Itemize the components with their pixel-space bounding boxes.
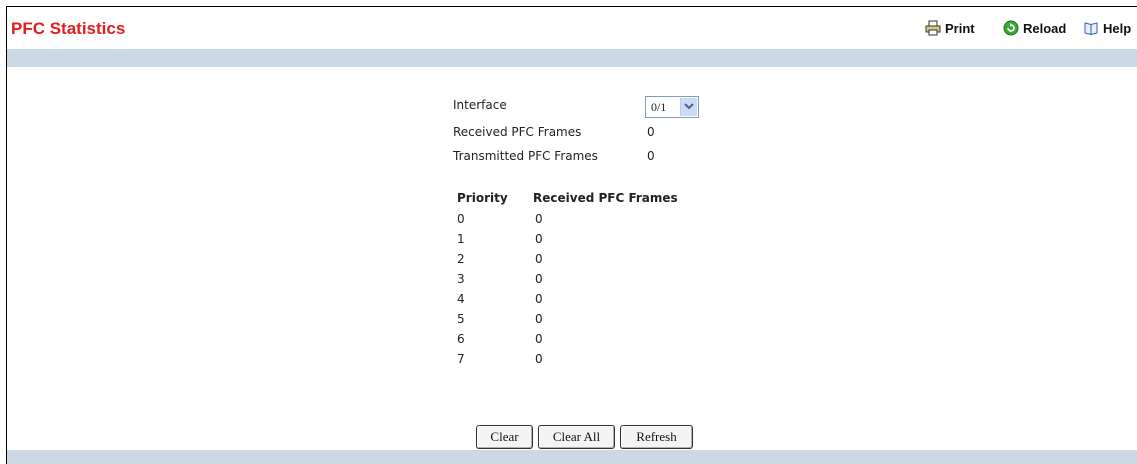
- page-frame: PFC Statistics Print Reload Help Interfa…: [6, 6, 1137, 464]
- help-label: Help: [1103, 20, 1132, 36]
- help-link[interactable]: Help: [1083, 19, 1131, 37]
- page-title: PFC Statistics: [11, 19, 126, 38]
- clear-button[interactable]: Clear: [476, 425, 533, 449]
- print-label: Print: [945, 20, 975, 36]
- table-header-priority: Priority: [457, 191, 508, 205]
- refresh-button[interactable]: Refresh: [620, 425, 693, 449]
- table-header-received: Received PFC Frames: [533, 191, 678, 205]
- received-cell: 0: [535, 232, 543, 246]
- transmitted-pfc-frames-value: 0: [647, 149, 655, 163]
- priority-cell: 5: [457, 312, 465, 326]
- footer-band: [7, 450, 1137, 464]
- interface-select-value: 0/1: [651, 100, 667, 114]
- priority-cell: 0: [457, 212, 465, 226]
- clear-all-button[interactable]: Clear All: [538, 425, 615, 449]
- printer-icon: [925, 20, 941, 36]
- received-cell: 0: [535, 212, 543, 226]
- header-bar: PFC Statistics Print Reload Help: [7, 7, 1137, 47]
- interface-select[interactable]: 0/1: [645, 96, 699, 118]
- received-cell: 0: [535, 332, 543, 346]
- received-cell: 0: [535, 352, 543, 366]
- received-cell: 0: [535, 292, 543, 306]
- priority-cell: 3: [457, 272, 465, 286]
- priority-cell: 7: [457, 352, 465, 366]
- print-link[interactable]: Print: [925, 19, 975, 37]
- reload-link[interactable]: Reload: [1003, 19, 1066, 37]
- priority-cell: 1: [457, 232, 465, 246]
- chevron-down-icon[interactable]: [680, 98, 697, 116]
- interface-label: Interface: [453, 98, 507, 112]
- transmitted-pfc-frames-label: Transmitted PFC Frames: [453, 149, 598, 163]
- reload-label: Reload: [1023, 20, 1067, 36]
- received-cell: 0: [535, 252, 543, 266]
- received-cell: 0: [535, 312, 543, 326]
- help-book-icon: [1083, 20, 1099, 36]
- received-cell: 0: [535, 272, 543, 286]
- received-pfc-frames-label: Received PFC Frames: [453, 125, 582, 139]
- reload-icon: [1003, 20, 1019, 36]
- priority-cell: 6: [457, 332, 465, 346]
- received-pfc-frames-value: 0: [647, 125, 655, 139]
- header-separator-band: [7, 49, 1137, 67]
- priority-cell: 2: [457, 252, 465, 266]
- priority-cell: 4: [457, 292, 465, 306]
